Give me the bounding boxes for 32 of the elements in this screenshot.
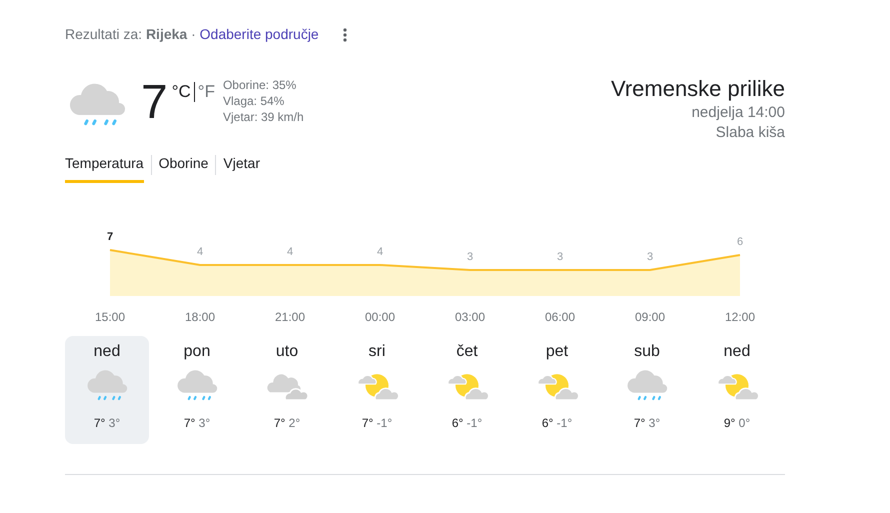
time-label: 18:00 xyxy=(184,309,216,326)
value-label: 3 xyxy=(646,251,654,263)
current-temperature: 7 xyxy=(141,79,168,127)
value-label: 6 xyxy=(736,236,744,248)
time-label: 09:00 xyxy=(634,309,666,326)
time-label: 15:00 xyxy=(94,309,126,326)
value-label: 3 xyxy=(466,251,474,263)
time-label: 03:00 xyxy=(454,309,486,326)
weather-time: nedjelja 14:00 xyxy=(692,103,785,123)
value-label: 3 xyxy=(556,251,564,263)
weather-detail: Vlaga: 54% xyxy=(222,93,286,109)
weather-detail: Vjetar: 39 km/h xyxy=(222,109,304,125)
value-label: 4 xyxy=(286,246,294,258)
tab[interactable]: Vjetar xyxy=(223,147,260,183)
day-forecast[interactable]: ned 7° 3° xyxy=(65,336,149,444)
value-label: 4 xyxy=(376,246,384,258)
tab[interactable]: Temperatura xyxy=(65,147,144,183)
weather-title: Vremenske prilike xyxy=(610,75,785,103)
time-label: 21:00 xyxy=(274,309,306,326)
unit-toggle[interactable]: °F xyxy=(198,79,215,104)
tab[interactable]: Oborine xyxy=(158,147,208,183)
results-line: Rezultati za: Rijeka · Odaberite područje xyxy=(65,25,319,44)
weather-condition: Slaba kiša xyxy=(716,123,785,143)
more-options-icon[interactable] xyxy=(342,28,347,42)
time-label: 12:00 xyxy=(724,309,756,326)
time-label: 00:00 xyxy=(364,309,396,326)
value-label: 7 xyxy=(106,231,114,243)
choose-area-link[interactable]: Odaberite područje xyxy=(200,26,319,42)
unit-toggle[interactable]: °C xyxy=(172,79,191,104)
value-label: 4 xyxy=(196,246,204,258)
time-label: 06:00 xyxy=(544,309,576,326)
weather-detail: Oborine: 35% xyxy=(222,77,298,93)
